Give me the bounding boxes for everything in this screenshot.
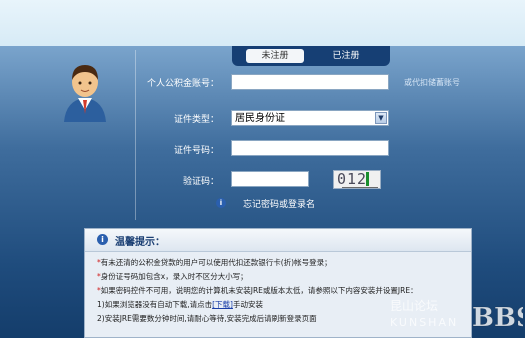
id-type-value: 居民身份证 xyxy=(235,113,285,124)
tip-text-2: 身份证号码加包含x，录入时不区分大小写； xyxy=(100,272,248,281)
account-input[interactable] xyxy=(231,74,389,90)
info-icon: i xyxy=(97,234,108,245)
chevron-down-icon[interactable]: ▼ xyxy=(375,112,387,124)
tips-title: 温馨提示： xyxy=(115,237,165,248)
id-number-label: 证件号码： xyxy=(173,146,219,156)
id-type-label: 证件类型： xyxy=(173,115,219,125)
tip-text-3: 如果密码控件不可用，说明您的计算机未安装JRE或版本太低，请参照以下内容安装并设… xyxy=(100,286,418,295)
tip-line-1: *有未还清的公积金贷款的用户可以使用代扣还款银行卡(折)帐号登录； xyxy=(97,257,332,268)
tip-line-4: 1)如果浏览器没有自动下载,请点击[下载]手动安装 xyxy=(97,299,263,310)
account-label: 个人公积金账号： xyxy=(146,79,219,89)
captcha-noise-line xyxy=(342,187,378,188)
tip-line-5: 2)安装JRE需要数分钟时间,请耐心等待,安装完成后请刷新登录页面 xyxy=(97,313,317,324)
tip-text-1: 有未还清的公积金贷款的用户可以使用代扣还款银行卡(折)帐号登录； xyxy=(100,258,332,267)
watermark-bbs: BBS xyxy=(472,303,523,333)
forgot-password-link[interactable]: 忘记密码或登录名 xyxy=(243,197,315,210)
tip-text-4: 1)如果浏览器没有自动下载,请点击 xyxy=(97,300,213,309)
captcha-image[interactable]: 012 xyxy=(333,170,381,189)
tab-registered[interactable]: 已注册 xyxy=(316,49,376,63)
id-number-input[interactable] xyxy=(231,140,389,156)
kunshan-bbs-watermark: 昆山论坛 KUNSHAN BBS xyxy=(390,299,523,333)
download-link[interactable]: [下载] xyxy=(212,300,233,309)
tip-line-3: *如果密码控件不可用，说明您的计算机未安装JRE或版本太低，请参照以下内容安装并… xyxy=(97,285,418,296)
watermark-cn: 昆山论坛 xyxy=(390,299,438,313)
tips-header: i 温馨提示： xyxy=(85,229,471,252)
watermark-en: KUNSHAN xyxy=(390,316,458,329)
tip-text-4-suffix: 手动安装 xyxy=(232,300,263,309)
login-tabs: 未注册 已注册 xyxy=(232,46,390,66)
captcha-noise xyxy=(366,172,369,186)
account-helper-text: 或代扣储蓄账号 xyxy=(404,78,460,87)
user-avatar-icon xyxy=(64,65,106,122)
id-type-select[interactable]: 居民身份证 ▼ xyxy=(231,110,389,126)
top-banner xyxy=(0,0,525,46)
tip-text-5: 2)安装JRE需要数分钟时间,请耐心等待,安装完成后请刷新登录页面 xyxy=(97,314,317,323)
tip-line-2: *身份证号码加包含x，录入时不区分大小写； xyxy=(97,271,248,282)
tab-unregistered[interactable]: 未注册 xyxy=(246,49,304,63)
info-icon: i xyxy=(216,198,226,208)
captcha-input[interactable] xyxy=(231,171,309,187)
captcha-label: 验证码： xyxy=(182,177,219,187)
captcha-text: 012 xyxy=(337,170,368,188)
